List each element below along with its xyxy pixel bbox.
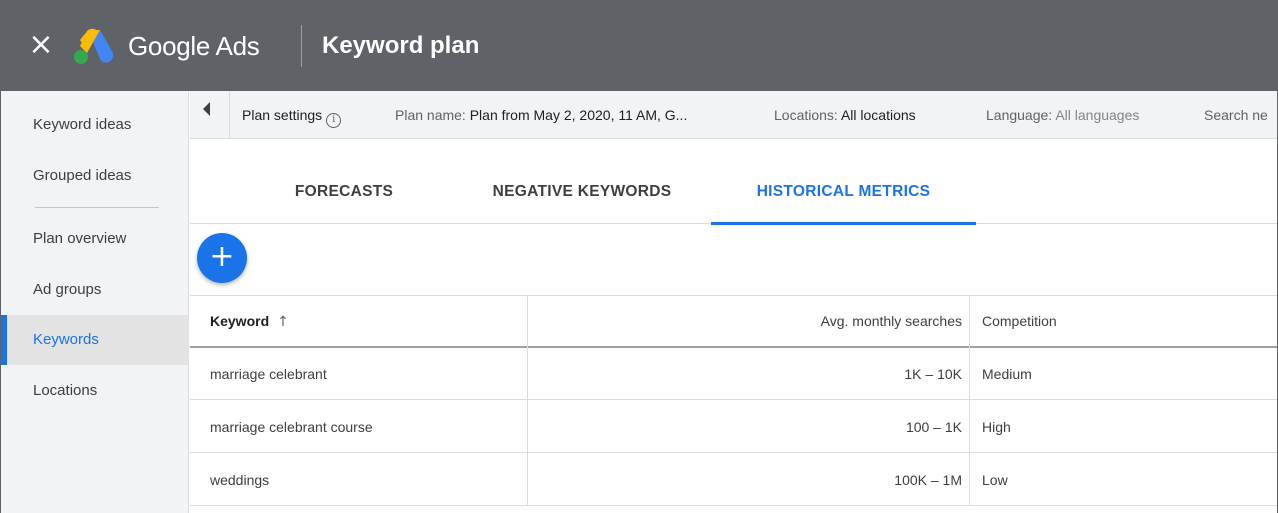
plan-settings-label: Plan settings xyxy=(242,107,323,123)
add-keywords-button[interactable]: + xyxy=(197,233,247,283)
table-row[interactable]: marriage celebrant course 100 – 1K High xyxy=(190,401,1277,453)
sidebar-item-keywords[interactable]: Keywords xyxy=(1,315,189,365)
appbar-divider xyxy=(301,25,302,67)
keyword-cell: marriage celebrant xyxy=(210,366,327,382)
locations-value: All locations xyxy=(840,107,916,123)
competition-cell: Low xyxy=(982,472,1008,488)
sidebar-item-keyword-ideas[interactable]: Keyword ideas xyxy=(1,100,189,150)
table-header: Keyword ↑ Avg. monthly searches Competiti… xyxy=(190,296,1277,348)
chevron-left-icon xyxy=(203,102,210,116)
sidebar: Keyword ideas Grouped ideas Plan overvie… xyxy=(1,91,189,513)
app-window: × Google Ads Keyword plan Keyword ideas … xyxy=(0,0,1278,513)
tab-bar: FORECASTS NEGATIVE KEYWORDS HISTORICAL M… xyxy=(190,140,1277,225)
column-header-keyword[interactable]: Keyword ↑ xyxy=(210,296,289,346)
tab-historical-metrics[interactable]: HISTORICAL METRICS xyxy=(711,140,976,225)
avg-searches-cell: 1K – 10K xyxy=(904,366,962,382)
plan-name-setting[interactable]: Plan name: Plan from May 2, 2020, 11 AM,… xyxy=(395,105,687,125)
brand-name: Google Ads xyxy=(128,31,260,61)
sidebar-item-locations[interactable]: Locations xyxy=(1,366,189,416)
plan-name-label: Plan name: xyxy=(395,107,466,123)
plus-icon: + xyxy=(209,239,235,274)
table-row[interactable]: weddings 100K – 1M Low xyxy=(190,454,1277,506)
plan-settings-title[interactable]: Plan settings i xyxy=(242,105,342,128)
sidebar-divider xyxy=(35,207,159,208)
locations-label: Locations: xyxy=(774,107,838,123)
keyword-header-label: Keyword xyxy=(210,313,270,329)
language-setting[interactable]: Language: All languages xyxy=(986,105,1139,125)
page-title: Keyword plan xyxy=(322,32,480,59)
column-header-avg-monthly-searches[interactable]: Avg. monthly searches xyxy=(528,296,962,346)
tab-forecasts[interactable]: FORECASTS xyxy=(277,140,411,224)
competition-cell: High xyxy=(982,419,1011,435)
google-ads-logo xyxy=(74,28,114,64)
plan-settings-bar: Plan settings i Plan name: Plan from May … xyxy=(190,91,1277,139)
sidebar-item-plan-overview[interactable]: Plan overview xyxy=(1,214,189,264)
sort-ascending-icon[interactable]: ↑ xyxy=(277,297,289,347)
keyword-cell: weddings xyxy=(210,472,270,488)
plan-name-value: Plan from May 2, 2020, 11 AM, G... xyxy=(469,107,688,123)
sidebar-item-ad-groups[interactable]: Ad groups xyxy=(1,265,189,315)
tab-negative-keywords[interactable]: NEGATIVE KEYWORDS xyxy=(469,140,695,224)
keyword-cell: marriage celebrant course xyxy=(210,419,373,435)
language-label: Language: xyxy=(986,107,1053,123)
language-value: All languages xyxy=(1055,107,1140,123)
column-header-competition[interactable]: Competition xyxy=(982,296,1057,346)
collapse-settings-button[interactable] xyxy=(190,91,230,139)
competition-cell: Medium xyxy=(982,366,1032,382)
info-icon[interactable]: i xyxy=(326,113,342,128)
search-network-setting[interactable]: Search ne xyxy=(1204,105,1268,125)
sidebar-item-grouped-ideas[interactable]: Grouped ideas xyxy=(1,151,189,201)
locations-setting[interactable]: Locations: All locations xyxy=(774,105,916,125)
table-row[interactable]: marriage celebrant 1K – 10K Medium xyxy=(190,348,1277,400)
avg-searches-cell: 100 – 1K xyxy=(905,419,962,435)
avg-searches-cell: 100K – 1M xyxy=(894,472,962,488)
close-icon[interactable]: × xyxy=(27,30,55,60)
app-bar: × Google Ads Keyword plan xyxy=(1,1,1277,91)
search-network-label: Search ne xyxy=(1204,107,1268,123)
